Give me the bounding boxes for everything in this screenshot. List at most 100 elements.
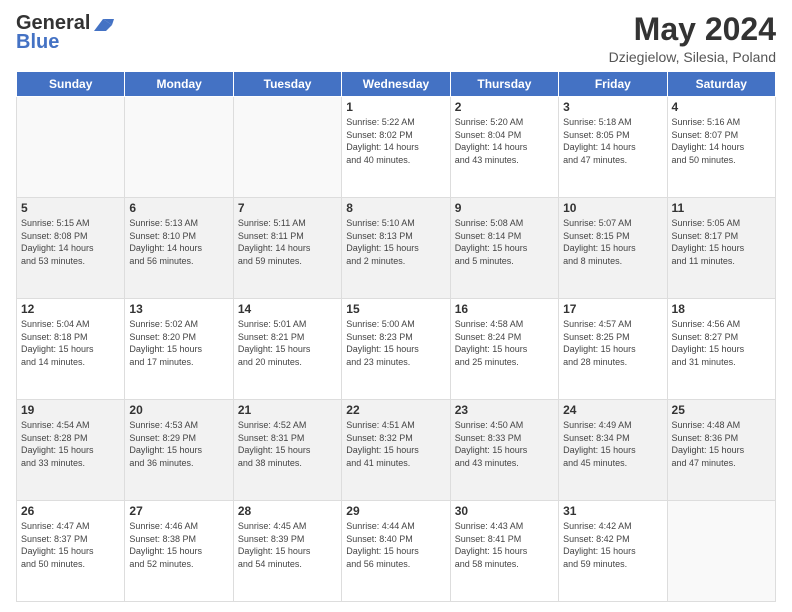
day-number: 25 [672, 403, 771, 417]
calendar-cell: 15Sunrise: 5:00 AM Sunset: 8:23 PM Dayli… [342, 299, 450, 400]
page: General Blue May 2024 Dziegielow, Silesi… [0, 0, 792, 612]
day-info: Sunrise: 4:49 AM Sunset: 8:34 PM Dayligh… [563, 419, 662, 469]
day-number: 30 [455, 504, 554, 518]
day-number: 4 [672, 100, 771, 114]
day-number: 10 [563, 201, 662, 215]
day-number: 2 [455, 100, 554, 114]
day-number: 21 [238, 403, 337, 417]
day-number: 27 [129, 504, 228, 518]
day-number: 1 [346, 100, 445, 114]
day-info: Sunrise: 5:22 AM Sunset: 8:02 PM Dayligh… [346, 116, 445, 166]
calendar-week-row: 5 Sunrise: 5:15 AM Sunset: 8:08 PM Daylig… [17, 198, 776, 299]
logo-blue: Blue [16, 31, 59, 54]
calendar-cell: 13 Sunrise: 5:02 AM Sunset: 8:20 PM Dayli… [125, 299, 233, 400]
day-number: 16 [455, 302, 554, 316]
day-number: 23 [455, 403, 554, 417]
day-info: Sunrise: 5:11 AM Sunset: 8:11 PM Dayligh… [238, 217, 337, 267]
day-number: 24 [563, 403, 662, 417]
day-info: Sunrise: 4:43 AM Sunset: 8:41 PM Dayligh… [455, 520, 554, 570]
calendar-cell: 25 Sunrise: 4:48 AM Sunset: 8:36 PM Dayli… [667, 400, 775, 501]
calendar-cell: 6Sunrise: 5:13 AM Sunset: 8:10 PM Daylig… [125, 198, 233, 299]
day-info: Sunrise: 4:57 AM Sunset: 8:25 PM Dayligh… [563, 318, 662, 368]
day-info: Sunrise: 5:07 AM Sunset: 8:15 PM Dayligh… [563, 217, 662, 267]
calendar-cell: 27 Sunrise: 4:46 AM Sunset: 8:38 PM Dayli… [125, 501, 233, 602]
calendar-cell: 19 Sunrise: 4:54 AM Sunset: 8:28 PM Dayli… [17, 400, 125, 501]
calendar-cell: 12 Sunrise: 5:04 AM Sunset: 8:18 PM Dayli… [17, 299, 125, 400]
calendar-week-row: 1 Sunrise: 5:22 AM Sunset: 8:02 PM Daylig… [17, 97, 776, 198]
day-info: Sunrise: 4:51 AM Sunset: 8:32 PM Dayligh… [346, 419, 445, 469]
weekday-header-saturday: Saturday [667, 72, 775, 97]
calendar-cell: 26 Sunrise: 4:47 AM Sunset: 8:37 PM Dayli… [17, 501, 125, 602]
weekday-header-monday: Monday [125, 72, 233, 97]
calendar-cell: 1 Sunrise: 5:22 AM Sunset: 8:02 PM Daylig… [342, 97, 450, 198]
day-info: Sunrise: 5:02 AM Sunset: 8:20 PM Dayligh… [129, 318, 228, 368]
calendar-cell: 28 Sunrise: 4:45 AM Sunset: 8:39 PM Dayli… [233, 501, 341, 602]
day-info: Sunrise: 4:58 AM Sunset: 8:24 PM Dayligh… [455, 318, 554, 368]
calendar-week-row: 12 Sunrise: 5:04 AM Sunset: 8:18 PM Dayli… [17, 299, 776, 400]
day-info: Sunrise: 4:45 AM Sunset: 8:39 PM Dayligh… [238, 520, 337, 570]
calendar-cell: 30 Sunrise: 4:43 AM Sunset: 8:41 PM Dayli… [450, 501, 558, 602]
day-info: Sunrise: 4:53 AM Sunset: 8:29 PM Dayligh… [129, 419, 228, 469]
day-info: Sunrise: 5:20 AM Sunset: 8:04 PM Dayligh… [455, 116, 554, 166]
day-info: Sunrise: 4:46 AM Sunset: 8:38 PM Dayligh… [129, 520, 228, 570]
day-number: 15 [346, 302, 445, 316]
day-info: Sunrise: 4:54 AM Sunset: 8:28 PM Dayligh… [21, 419, 120, 469]
calendar-cell: 7Sunrise: 5:11 AM Sunset: 8:11 PM Daylig… [233, 198, 341, 299]
calendar-cell: 14 Sunrise: 5:01 AM Sunset: 8:21 PM Dayli… [233, 299, 341, 400]
calendar-cell: 4 Sunrise: 5:16 AM Sunset: 8:07 PM Daylig… [667, 97, 775, 198]
calendar-cell: 10 Sunrise: 5:07 AM Sunset: 8:15 PM Dayli… [559, 198, 667, 299]
title-block: May 2024 Dziegielow, Silesia, Poland [609, 12, 776, 65]
header: General Blue May 2024 Dziegielow, Silesi… [16, 12, 776, 65]
day-number: 17 [563, 302, 662, 316]
subtitle: Dziegielow, Silesia, Poland [609, 49, 776, 65]
weekday-header-friday: Friday [559, 72, 667, 97]
day-number: 29 [346, 504, 445, 518]
day-number: 19 [21, 403, 120, 417]
logo: General Blue [16, 12, 114, 54]
day-info: Sunrise: 5:01 AM Sunset: 8:21 PM Dayligh… [238, 318, 337, 368]
day-info: Sunrise: 5:05 AM Sunset: 8:17 PM Dayligh… [672, 217, 771, 267]
day-info: Sunrise: 4:48 AM Sunset: 8:36 PM Dayligh… [672, 419, 771, 469]
weekday-header-tuesday: Tuesday [233, 72, 341, 97]
calendar-table: SundayMondayTuesdayWednesdayThursdayFrid… [16, 71, 776, 602]
day-number: 26 [21, 504, 120, 518]
day-number: 6 [129, 201, 228, 215]
day-number: 13 [129, 302, 228, 316]
day-info: Sunrise: 5:15 AM Sunset: 8:08 PM Dayligh… [21, 217, 120, 267]
calendar-cell [125, 97, 233, 198]
calendar-cell: 17 Sunrise: 4:57 AM Sunset: 8:25 PM Dayli… [559, 299, 667, 400]
day-number: 12 [21, 302, 120, 316]
calendar-cell: 8Sunrise: 5:10 AM Sunset: 8:13 PM Daylig… [342, 198, 450, 299]
day-number: 22 [346, 403, 445, 417]
calendar-cell: 24 Sunrise: 4:49 AM Sunset: 8:34 PM Dayli… [559, 400, 667, 501]
calendar-cell: 11Sunrise: 5:05 AM Sunset: 8:17 PM Dayli… [667, 198, 775, 299]
weekday-header-sunday: Sunday [17, 72, 125, 97]
calendar-cell [233, 97, 341, 198]
day-number: 18 [672, 302, 771, 316]
day-number: 5 [21, 201, 120, 215]
day-number: 28 [238, 504, 337, 518]
day-info: Sunrise: 4:52 AM Sunset: 8:31 PM Dayligh… [238, 419, 337, 469]
day-number: 14 [238, 302, 337, 316]
weekday-header-row: SundayMondayTuesdayWednesdayThursdayFrid… [17, 72, 776, 97]
day-info: Sunrise: 4:44 AM Sunset: 8:40 PM Dayligh… [346, 520, 445, 570]
calendar-cell: 29 Sunrise: 4:44 AM Sunset: 8:40 PM Dayli… [342, 501, 450, 602]
calendar-cell: 31 Sunrise: 4:42 AM Sunset: 8:42 PM Dayli… [559, 501, 667, 602]
day-info: Sunrise: 5:10 AM Sunset: 8:13 PM Dayligh… [346, 217, 445, 267]
day-info: Sunrise: 4:47 AM Sunset: 8:37 PM Dayligh… [21, 520, 120, 570]
day-number: 31 [563, 504, 662, 518]
day-info: Sunrise: 5:04 AM Sunset: 8:18 PM Dayligh… [21, 318, 120, 368]
day-number: 20 [129, 403, 228, 417]
day-info: Sunrise: 5:08 AM Sunset: 8:14 PM Dayligh… [455, 217, 554, 267]
main-title: May 2024 [609, 12, 776, 47]
calendar-week-row: 19 Sunrise: 4:54 AM Sunset: 8:28 PM Dayli… [17, 400, 776, 501]
day-info: Sunrise: 5:16 AM Sunset: 8:07 PM Dayligh… [672, 116, 771, 166]
day-info: Sunrise: 4:42 AM Sunset: 8:42 PM Dayligh… [563, 520, 662, 570]
calendar-cell: 23Sunrise: 4:50 AM Sunset: 8:33 PM Dayli… [450, 400, 558, 501]
calendar-cell: 5 Sunrise: 5:15 AM Sunset: 8:08 PM Daylig… [17, 198, 125, 299]
calendar-cell [667, 501, 775, 602]
day-number: 3 [563, 100, 662, 114]
calendar-cell: 22 Sunrise: 4:51 AM Sunset: 8:32 PM Dayli… [342, 400, 450, 501]
calendar-cell [17, 97, 125, 198]
weekday-header-thursday: Thursday [450, 72, 558, 97]
